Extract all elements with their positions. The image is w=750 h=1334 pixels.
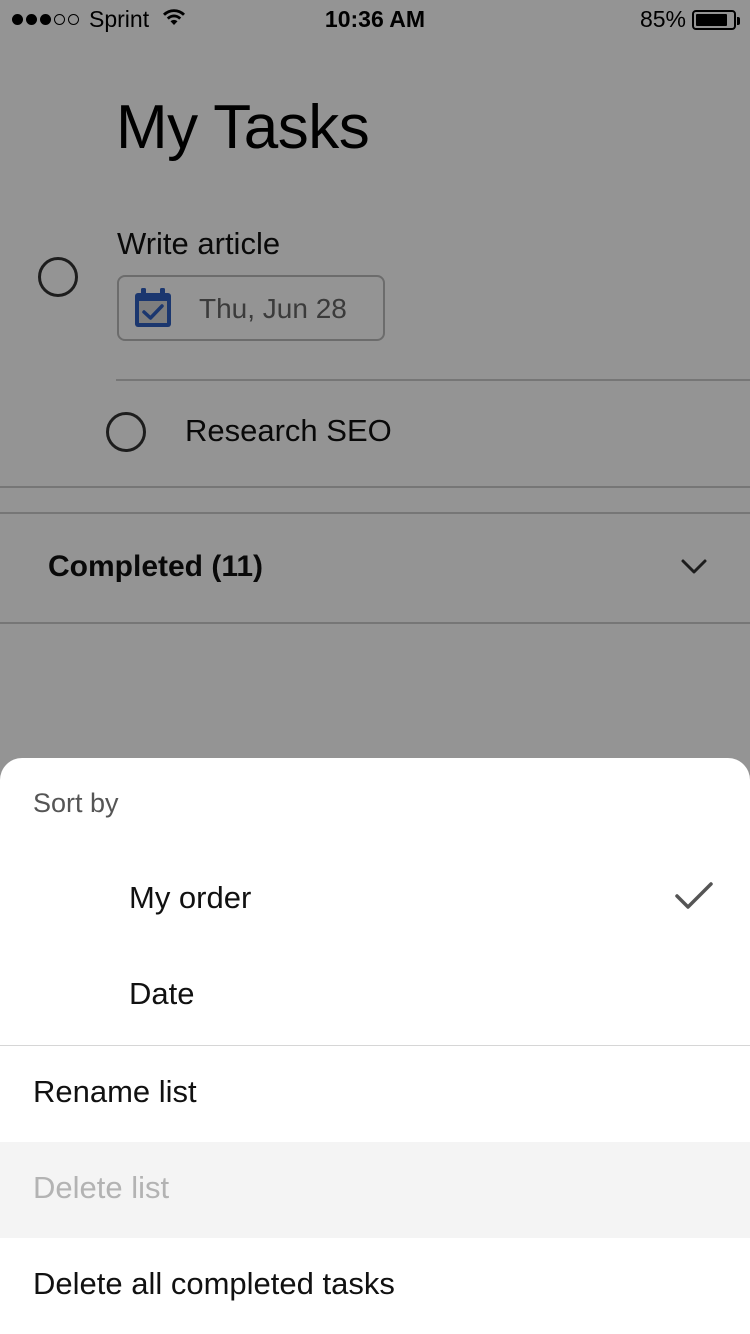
bottom-sheet: Sort by My order Date Rename list Delete… — [0, 758, 750, 1334]
sort-option-my-order[interactable]: My order — [0, 854, 750, 950]
delete-list-label: Delete list — [33, 1170, 170, 1205]
rename-list-button[interactable]: Rename list — [0, 1046, 750, 1142]
rename-list-label: Rename list — [33, 1074, 197, 1109]
sort-option-label: My order — [129, 880, 252, 915]
delete-completed-label: Delete all completed tasks — [33, 1266, 395, 1301]
sort-option-date[interactable]: Date — [0, 950, 750, 1046]
check-icon — [674, 880, 714, 917]
sort-option-label: Date — [129, 976, 195, 1011]
delete-completed-tasks-button[interactable]: Delete all completed tasks — [0, 1238, 750, 1334]
delete-list-button[interactable]: Delete list — [0, 1142, 750, 1238]
sort-by-heading: Sort by — [33, 788, 119, 818]
